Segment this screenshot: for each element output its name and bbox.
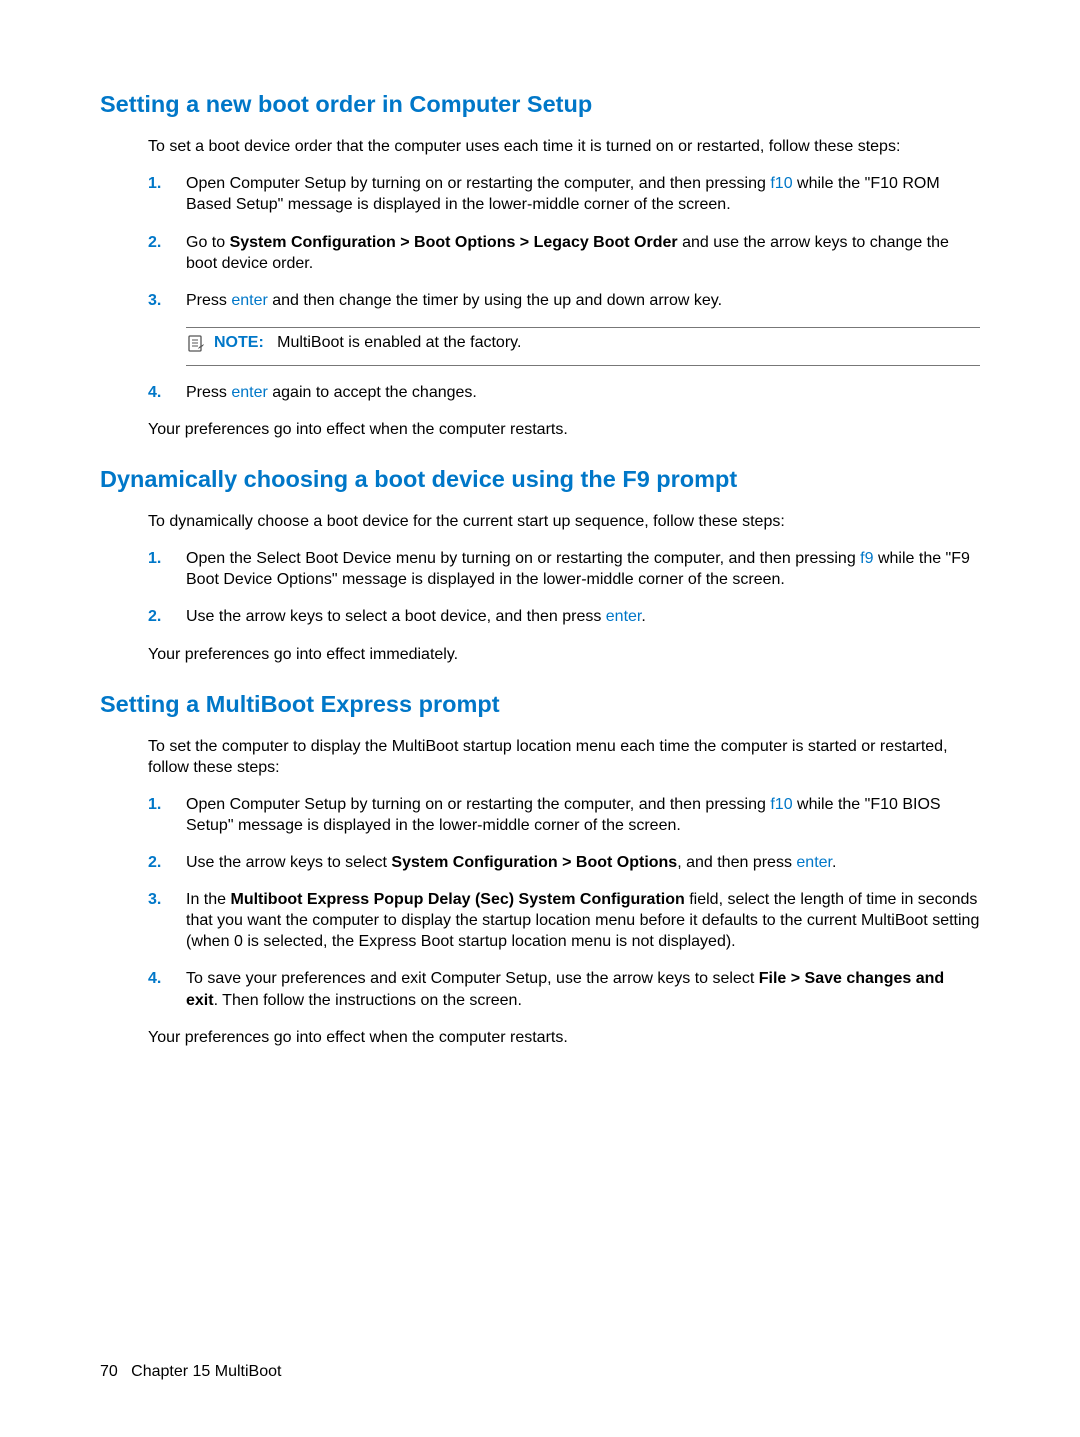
step-text-pre: Open Computer Setup by turning on or res… — [186, 175, 770, 192]
step-number: 3. — [148, 889, 161, 910]
outro-text: Your preferences go into effect when the… — [148, 419, 980, 440]
page: Setting a new boot order in Computer Set… — [0, 0, 1080, 1437]
page-footer: 70 Chapter 15 MultiBoot — [100, 1363, 281, 1381]
outro-text-3: Your preferences go into effect when the… — [148, 1027, 980, 1048]
step-4: 4. Press enter again to accept the chang… — [148, 382, 980, 403]
key-enter: enter — [796, 854, 832, 871]
step-text-pre: Use the arrow keys to select — [186, 854, 391, 871]
step-number: 2. — [148, 852, 161, 873]
step-number: 1. — [148, 794, 161, 815]
step-number: 4. — [148, 968, 161, 989]
key-f9: f9 — [860, 550, 873, 567]
step-2: 2. Go to System Configuration > Boot Opt… — [148, 232, 980, 274]
step-text-post: again to accept the changes. — [268, 384, 477, 401]
step-3: 3. Press enter and then change the timer… — [148, 290, 980, 311]
intro-text-2: To dynamically choose a boot device for … — [148, 511, 980, 532]
note-text — [268, 334, 277, 351]
note-label: NOTE: — [214, 334, 264, 351]
steps-list-1: 1. Open Computer Setup by turning on or … — [148, 173, 980, 311]
step-number: 1. — [148, 548, 161, 569]
step-2: 2. Use the arrow keys to select a boot d… — [148, 606, 980, 627]
key-f10: f10 — [770, 175, 792, 192]
step-number: 3. — [148, 290, 161, 311]
step-text-post: . — [832, 854, 836, 871]
step-text-pre: Press — [186, 384, 231, 401]
heading-f9-prompt: Dynamically choosing a boot device using… — [100, 466, 980, 493]
step-3: 3. In the Multiboot Express Popup Delay … — [148, 889, 980, 952]
step-1: 1. Open Computer Setup by turning on or … — [148, 794, 980, 836]
key-f10: f10 — [770, 796, 792, 813]
steps-list-3: 1. Open Computer Setup by turning on or … — [148, 794, 980, 1011]
heading-setting-boot-order: Setting a new boot order in Computer Set… — [100, 90, 980, 118]
step-text-post: . — [641, 608, 645, 625]
step-text-pre: To save your preferences and exit Comput… — [186, 970, 759, 987]
step-text-mid: , and then press — [677, 854, 796, 871]
step-text-pre: Open Computer Setup by turning on or res… — [186, 796, 770, 813]
key-enter: enter — [231, 292, 267, 309]
step-text-post: and then change the timer by using the u… — [268, 292, 722, 309]
field-name: Multiboot Express Popup Delay (Sec) Syst… — [230, 891, 684, 908]
step-2: 2. Use the arrow keys to select System C… — [148, 852, 980, 873]
menu-path: System Configuration > Boot Options > Le… — [230, 234, 678, 251]
steps-list-1b: 4. Press enter again to accept the chang… — [148, 382, 980, 403]
step-1: 1. Open the Select Boot Device menu by t… — [148, 548, 980, 590]
step-text-pre: Open the Select Boot Device menu by turn… — [186, 550, 860, 567]
key-enter: enter — [231, 384, 267, 401]
step-text-pre: Use the arrow keys to select a boot devi… — [186, 608, 606, 625]
key-enter: enter — [606, 608, 642, 625]
menu-path: System Configuration > Boot Options — [391, 854, 677, 871]
step-number: 2. — [148, 232, 161, 253]
intro-text: To set a boot device order that the comp… — [148, 136, 980, 157]
step-text-pre: In the — [186, 891, 230, 908]
step-4: 4. To save your preferences and exit Com… — [148, 968, 980, 1010]
step-number: 4. — [148, 382, 161, 403]
step-number: 1. — [148, 173, 161, 194]
step-text-post: . Then follow the instructions on the sc… — [214, 992, 522, 1009]
step-text-pre: Press — [186, 292, 231, 309]
note-body: MultiBoot is enabled at the factory. — [277, 334, 521, 351]
steps-list-2: 1. Open the Select Boot Device menu by t… — [148, 548, 980, 627]
heading-multiboot-express: Setting a MultiBoot Express prompt — [100, 691, 980, 718]
page-number: 70 — [100, 1363, 118, 1380]
note-icon — [186, 334, 206, 359]
note-box: NOTE: MultiBoot is enabled at the factor… — [186, 327, 980, 366]
intro-text-3: To set the computer to display the Multi… — [148, 736, 980, 778]
outro-text-2: Your preferences go into effect immediat… — [148, 644, 980, 665]
step-number: 2. — [148, 606, 161, 627]
step-text-pre: Go to — [186, 234, 230, 251]
step-1: 1. Open Computer Setup by turning on or … — [148, 173, 980, 215]
chapter-label: Chapter 15 MultiBoot — [131, 1363, 281, 1380]
